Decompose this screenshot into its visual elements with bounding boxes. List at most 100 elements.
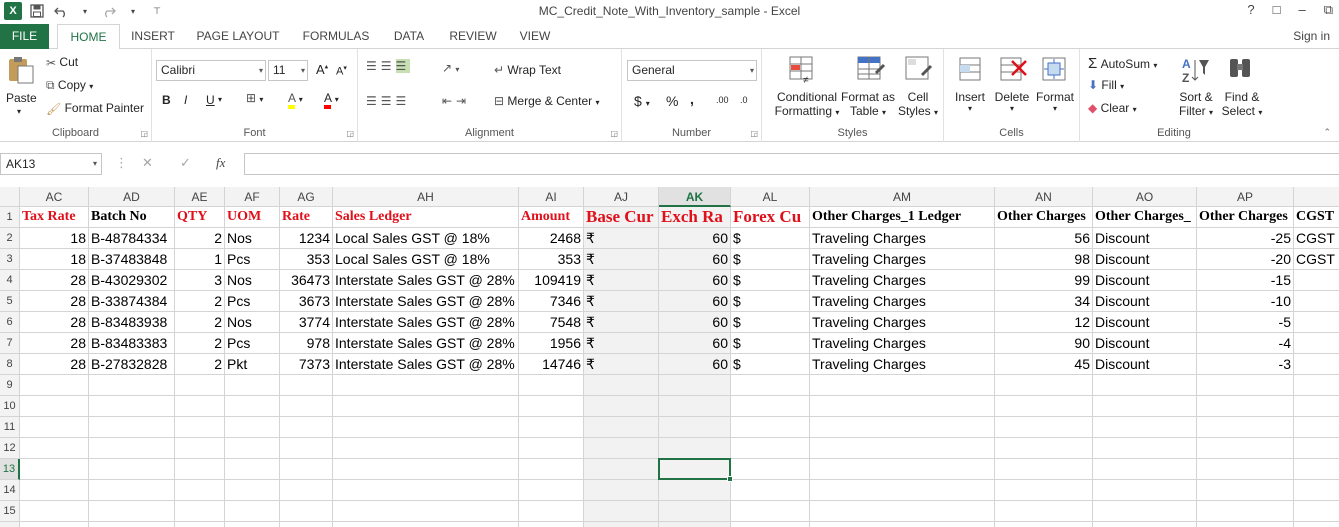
grow-font-button[interactable]: A▴ [316,62,328,77]
data-cell[interactable]: $ [731,249,810,270]
data-cell[interactable]: 7373 [280,354,333,375]
data-cell[interactable]: B-43029302 [89,270,175,291]
empty-cell[interactable] [659,501,731,522]
data-cell[interactable]: 2 [175,228,225,249]
data-cell[interactable]: $ [731,354,810,375]
data-cell[interactable]: 109419 [519,270,584,291]
empty-cell[interactable] [89,417,175,438]
empty-cell[interactable] [225,438,280,459]
empty-cell[interactable] [280,438,333,459]
data-cell[interactable]: Discount [1093,291,1197,312]
header-cell[interactable]: Base Cur [584,207,659,228]
column-header-next[interactable] [1294,187,1339,207]
empty-cell[interactable] [519,522,584,527]
data-cell[interactable]: B-48784334 [89,228,175,249]
orientation-icon[interactable]: ↗ ▾ [442,61,459,75]
empty-cell[interactable] [519,438,584,459]
empty-cell[interactable] [20,522,89,527]
data-cell[interactable]: Traveling Charges [810,333,995,354]
enter-icon[interactable]: ✓ [180,155,191,171]
data-cell[interactable]: ₹ [584,249,659,270]
data-cell[interactable]: 1956 [519,333,584,354]
format-as-table-icon[interactable] [856,55,886,83]
empty-cell[interactable] [1197,522,1294,527]
data-cell[interactable]: Pcs [225,291,280,312]
data-cell[interactable]: Interstate Sales GST @ 28% [333,333,519,354]
minimize-button[interactable]: – [1298,2,1305,18]
empty-cell[interactable] [995,501,1093,522]
empty-cell[interactable] [1294,438,1339,459]
header-cell[interactable]: Rate [280,207,333,228]
empty-cell[interactable] [1294,459,1339,480]
cancel-icon[interactable]: ✕ [142,155,153,171]
empty-cell[interactable] [731,501,810,522]
empty-cell[interactable] [89,480,175,501]
empty-cell[interactable] [89,396,175,417]
data-cell[interactable]: Traveling Charges [810,270,995,291]
data-cell[interactable]: Pcs [225,249,280,270]
empty-cell[interactable] [225,396,280,417]
data-cell[interactable]: Pcs [225,333,280,354]
column-header-ag[interactable]: AG [280,187,333,207]
header-cell[interactable]: Amount [519,207,584,228]
format-as-table-button[interactable]: Format as Table ▾ [840,90,896,118]
empty-cell[interactable] [1294,417,1339,438]
indent-icons[interactable]: ⇤⇥ [442,94,470,108]
data-cell[interactable]: Discount [1093,270,1197,291]
empty-cell[interactable] [280,501,333,522]
empty-cell[interactable] [89,459,175,480]
empty-cell[interactable] [225,501,280,522]
tab-formulas[interactable]: FORMULAS [296,24,376,49]
empty-cell[interactable] [175,501,225,522]
empty-cell[interactable] [1093,501,1197,522]
data-cell[interactable]: B-33874384 [89,291,175,312]
data-cell[interactable]: 28 [20,270,89,291]
data-cell[interactable]: Discount [1093,333,1197,354]
empty-cell[interactable] [1197,396,1294,417]
row-header-4[interactable]: 4 [0,270,20,291]
fill-color-button[interactable]: A ▾ [288,91,303,109]
empty-cell[interactable] [89,501,175,522]
horizontal-align-icons[interactable]: ☰☰☰ [366,94,410,108]
tab-home[interactable]: HOME [57,24,120,50]
empty-cell[interactable] [731,459,810,480]
data-cell[interactable]: $ [731,228,810,249]
empty-cell[interactable] [1197,459,1294,480]
name-box[interactable]: AK13 ▾ [0,153,102,175]
empty-cell[interactable] [89,375,175,396]
sort-filter-icon[interactable]: AZ [1180,55,1210,85]
empty-cell[interactable] [225,522,280,527]
empty-cell[interactable] [175,522,225,527]
data-cell[interactable]: Traveling Charges [810,228,995,249]
tab-data[interactable]: DATA [384,24,434,49]
conditional-formatting-button[interactable]: Conditional Formatting ▾ [770,90,844,118]
empty-cell[interactable] [175,438,225,459]
dialog-launcher-icon[interactable]: ◲ [750,129,758,138]
font-name-select[interactable]: Calibri ▾ [156,60,266,81]
empty-cell[interactable] [519,417,584,438]
cell-styles-icon[interactable] [904,55,934,83]
column-header-ak[interactable]: AK [659,187,731,207]
tab-view[interactable]: VIEW [512,24,558,49]
chevron-down-icon[interactable]: ▾ [218,95,222,104]
insert-function-icon[interactable]: fx [216,155,225,171]
empty-cell[interactable] [659,522,731,527]
empty-cell[interactable] [995,438,1093,459]
data-cell[interactable]: 2 [175,291,225,312]
header-cell[interactable]: CGST [1294,207,1339,228]
sort-filter-button[interactable]: Sort & Filter ▾ [1176,90,1216,118]
empty-cell[interactable] [584,375,659,396]
row-header-2[interactable]: 2 [0,228,20,249]
header-cell[interactable]: Sales Ledger [333,207,519,228]
tab-page-layout[interactable]: PAGE LAYOUT [190,24,286,49]
data-cell[interactable]: Pkt [225,354,280,375]
empty-cell[interactable] [584,501,659,522]
empty-cell[interactable] [1294,522,1339,527]
tab-file[interactable]: FILE [0,24,49,49]
column-header-aj[interactable]: AJ [584,187,659,207]
empty-cell[interactable] [1197,375,1294,396]
empty-cell[interactable] [225,417,280,438]
shrink-font-button[interactable]: A▾ [336,64,347,78]
row-header-1[interactable]: 1 [0,207,20,228]
formula-input[interactable] [244,153,1339,175]
